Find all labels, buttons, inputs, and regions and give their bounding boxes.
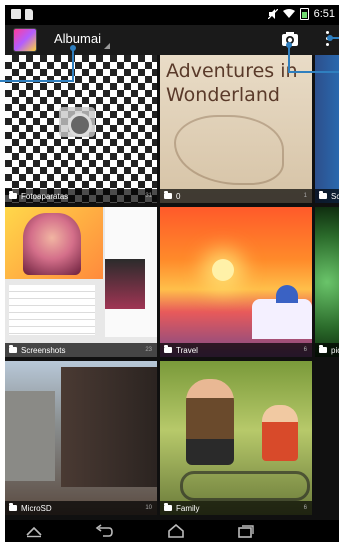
gallery-app-icon[interactable] [13, 28, 37, 52]
folder-icon [164, 503, 172, 511]
battery-icon [299, 8, 309, 20]
callout-line [288, 71, 339, 73]
wifi-icon [282, 9, 295, 18]
folder-icon [319, 191, 327, 199]
album-tile-screenshots[interactable]: Screenshots 23 [5, 207, 157, 357]
tablet-screen: 6:51 Albumai Fotoaparatas 31 Adventures … [0, 0, 339, 542]
album-label: Screenshots 23 [5, 343, 157, 357]
book-cover-title: Adventures in Wonderland [166, 60, 298, 106]
album-name: MicroSD [21, 503, 52, 513]
collapse-icon[interactable] [25, 524, 43, 538]
folder-icon [164, 191, 172, 199]
callout-dot [327, 35, 333, 41]
album-tile-fotoaparatas[interactable]: Fotoaparatas 31 [5, 55, 157, 203]
album-name: Sc [331, 191, 339, 201]
album-thumbnail [315, 207, 339, 357]
album-name: 0 [176, 191, 181, 201]
album-name: Travel [176, 345, 198, 355]
album-tile-pic[interactable]: pic [315, 207, 339, 357]
album-thumbnail [315, 55, 339, 203]
callout-line [0, 80, 73, 82]
album-count: 6 [303, 347, 307, 353]
album-label: MicroSD 10 [5, 501, 157, 515]
album-tile-family[interactable]: Family 6 [160, 361, 312, 515]
callout-line [288, 44, 290, 73]
album-count: 6 [303, 505, 307, 511]
album-label: Family 6 [160, 501, 312, 515]
album-thumbnail [160, 361, 312, 515]
back-icon[interactable] [95, 524, 113, 538]
status-bar: 6:51 [5, 5, 339, 25]
camera-placeholder-icon [59, 107, 95, 137]
album-tile-sc[interactable]: Sc [315, 55, 339, 203]
album-view-selector[interactable]: Albumai [54, 31, 101, 46]
mute-icon [267, 9, 278, 19]
dropdown-caret-icon[interactable] [104, 43, 110, 49]
folder-icon [9, 345, 17, 353]
album-count: 23 [145, 347, 152, 353]
album-label: pic [315, 343, 339, 357]
folder-icon [164, 345, 172, 353]
album-tile-0[interactable]: Adventures in Wonderland 0 1 [160, 55, 312, 203]
navigation-bar [5, 520, 339, 542]
album-tile-microsd[interactable]: MicroSD 10 [5, 361, 157, 515]
album-label: Fotoaparatas 31 [5, 189, 157, 203]
camera-folder-icon [9, 191, 17, 199]
recent-apps-icon[interactable] [237, 524, 255, 538]
album-grid: Fotoaparatas 31 Adventures in Wonderland… [5, 55, 339, 520]
folder-icon [9, 503, 17, 511]
album-tile-travel[interactable]: Travel 6 [160, 207, 312, 357]
folder-icon [319, 345, 327, 353]
album-name: Screenshots [21, 345, 66, 355]
album-name: pic [331, 345, 339, 355]
album-count: 10 [145, 505, 152, 511]
document-icon [25, 9, 33, 20]
home-icon[interactable] [167, 524, 185, 538]
album-thumbnail [5, 361, 157, 515]
album-thumbnail [160, 207, 312, 357]
callout-dot [70, 45, 76, 51]
album-label: Sc [315, 189, 339, 203]
album-name: Fotoaparatas [21, 191, 69, 201]
album-thumbnail [5, 207, 157, 357]
callout-dot [286, 42, 292, 48]
callout-line [72, 48, 74, 82]
album-label: Travel 6 [160, 343, 312, 357]
album-label: 0 1 [160, 189, 312, 203]
status-time: 6:51 [313, 8, 335, 20]
picture-icon [11, 9, 21, 19]
album-thumbnail: Adventures in Wonderland [160, 55, 312, 203]
album-name: Family [176, 503, 200, 513]
album-count: 31 [145, 193, 152, 199]
album-count: 1 [303, 193, 307, 199]
